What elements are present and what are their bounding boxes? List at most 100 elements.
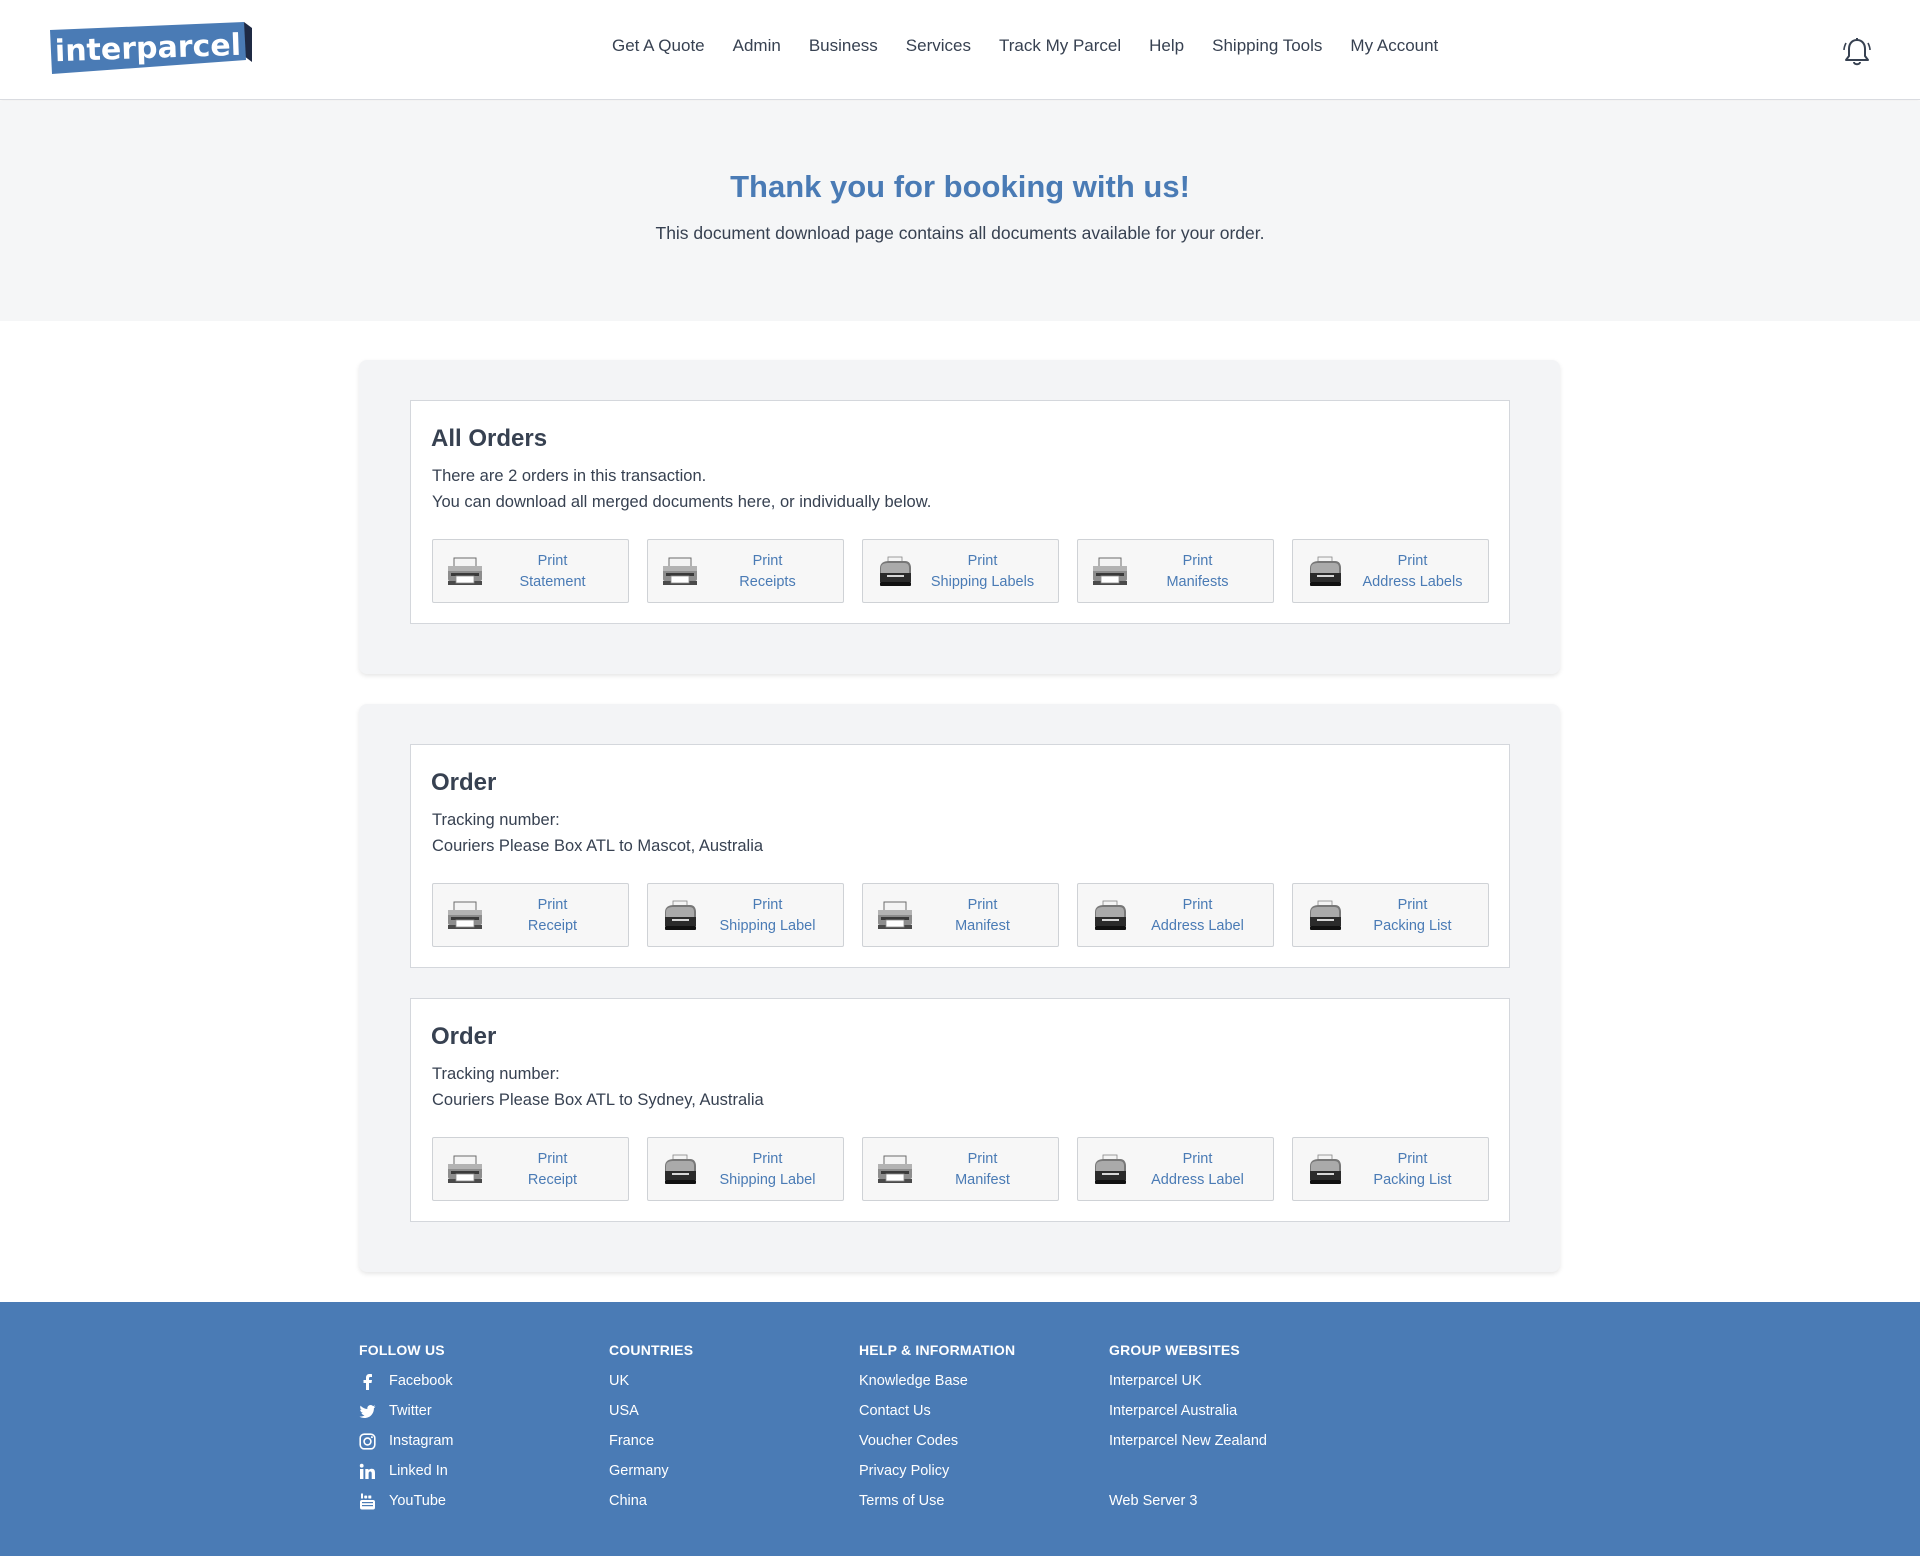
- print-button-document: Address Label: [1151, 1172, 1244, 1188]
- print-shipping-label-button[interactable]: Print Shipping Label: [647, 1137, 844, 1201]
- nav-get-a-quote[interactable]: Get A Quote: [612, 36, 705, 56]
- footer-link-uk[interactable]: UK: [609, 1373, 693, 1403]
- footer-heading: GROUP WEBSITES: [1109, 1342, 1240, 1358]
- print-manifest-button[interactable]: Print Manifest: [862, 1137, 1059, 1201]
- print-button-action: Print: [537, 553, 568, 569]
- print-shipping-label-button[interactable]: Print Shipping Label: [647, 883, 844, 947]
- confirmation-banner: Thank you for booking with us! This docu…: [0, 101, 1920, 321]
- footer-link-twitter[interactable]: Twitter: [359, 1403, 453, 1433]
- footer-link-interparcel-australia[interactable]: Interparcel Australia: [1109, 1403, 1267, 1433]
- nav-help[interactable]: Help: [1149, 36, 1184, 56]
- page-title: Thank you for booking with us!: [730, 169, 1190, 204]
- tracking-number-label: Tracking number:: [432, 811, 560, 829]
- footer-heading: COUNTRIES: [609, 1342, 694, 1358]
- print-button-label: Print Receipt: [477, 895, 628, 937]
- footer-link-label: Linked In: [389, 1463, 448, 1479]
- footer-link-usa[interactable]: USA: [609, 1403, 693, 1433]
- footer-link-voucher-codes[interactable]: Voucher Codes: [859, 1433, 1015, 1463]
- print-button-document: Address Labels: [1362, 574, 1463, 590]
- footer-link-privacy-policy[interactable]: Privacy Policy: [859, 1463, 1015, 1493]
- nav-my-account[interactable]: My Account: [1350, 36, 1438, 56]
- main-nav: Get A Quote Admin Business Services Trac…: [612, 36, 1438, 56]
- footer-link-contact-us[interactable]: Contact Us: [859, 1403, 1015, 1433]
- footer-heading: FOLLOW US: [359, 1342, 445, 1358]
- footer-link-france[interactable]: France: [609, 1433, 693, 1463]
- print-button-label: Print Receipts: [692, 551, 843, 593]
- print-button-action: Print: [752, 1151, 783, 1167]
- order-card: Order Tracking number: Couriers Please B…: [410, 998, 1510, 1222]
- site-footer: FOLLOW US Facebook Twitter Instagram Lin…: [0, 1302, 1920, 1556]
- nav-shipping-tools[interactable]: Shipping Tools: [1212, 36, 1322, 56]
- print-button-document: Address Label: [1151, 918, 1244, 934]
- print-button-action: Print: [1397, 553, 1428, 569]
- card-title: Order: [431, 769, 497, 796]
- footer-help-information: HELP & INFORMATION Knowledge Base Contac…: [859, 1342, 1015, 1523]
- nav-track-my-parcel[interactable]: Track My Parcel: [999, 36, 1121, 56]
- instagram-icon: [359, 1433, 376, 1450]
- footer-link-youtube[interactable]: YouTube: [359, 1493, 453, 1523]
- footer-countries: COUNTRIES UK USA France Germany China: [609, 1342, 693, 1523]
- footer-follow-us: FOLLOW US Facebook Twitter Instagram Lin…: [359, 1342, 453, 1523]
- print-button-label: Print Receipt: [477, 1149, 628, 1191]
- interparcel-logo[interactable]: interparcel: [48, 20, 252, 78]
- footer-spacer: [1109, 1463, 1267, 1493]
- print-address-label-button[interactable]: Print Address Label: [1077, 1137, 1274, 1201]
- print-button-document: Manifest: [955, 918, 1010, 934]
- print-button-action: Print: [752, 553, 783, 569]
- print-button-label: Print Shipping Labels: [907, 551, 1058, 593]
- print-packing-list-button[interactable]: Print Packing List: [1292, 1137, 1489, 1201]
- print-button-action: Print: [967, 897, 998, 913]
- print-button-label: Print Packing List: [1337, 895, 1488, 937]
- print-button-label: Print Statement: [477, 551, 628, 593]
- order-count-text: There are 2 orders in this transaction.: [432, 467, 707, 485]
- print-statement-button[interactable]: Print Statement: [432, 539, 629, 603]
- bell-icon[interactable]: [1843, 37, 1871, 67]
- print-button-label: Print Shipping Label: [692, 1149, 843, 1191]
- footer-link-instagram[interactable]: Instagram: [359, 1433, 453, 1463]
- print-button-document: Receipt: [527, 1172, 578, 1188]
- print-button-document: Shipping Label: [719, 918, 816, 934]
- print-address-label-button[interactable]: Print Address Label: [1077, 883, 1274, 947]
- print-button-document: Shipping Label: [719, 1172, 816, 1188]
- page-subtitle: This document download page contains all…: [655, 223, 1265, 243]
- print-receipt-button[interactable]: Print Receipt: [432, 883, 629, 947]
- footer-link-knowledge-base[interactable]: Knowledge Base: [859, 1373, 1015, 1403]
- print-button-action: Print: [1182, 553, 1213, 569]
- tracking-number-label: Tracking number:: [432, 1065, 560, 1083]
- svg-text:interparcel: interparcel: [54, 28, 241, 69]
- footer-link-terms-of-use[interactable]: Terms of Use: [859, 1493, 1015, 1523]
- footer-heading: HELP & INFORMATION: [859, 1342, 1016, 1358]
- twitter-icon: [359, 1405, 376, 1418]
- print-button-action: Print: [752, 897, 783, 913]
- footer-link-label: Facebook: [389, 1373, 453, 1389]
- footer-link-interparcel-uk[interactable]: Interparcel UK: [1109, 1373, 1267, 1403]
- nav-business[interactable]: Business: [809, 36, 878, 56]
- print-manifest-button[interactable]: Print Manifest: [862, 883, 1059, 947]
- print-shipping-labels-button[interactable]: Print Shipping Labels: [862, 539, 1059, 603]
- print-buttons-row: Print Statement Print Receipts Print Shipping…: [432, 539, 1490, 603]
- footer-link-germany[interactable]: Germany: [609, 1463, 693, 1493]
- print-button-document: Packing List: [1373, 1172, 1452, 1188]
- print-button-action: Print: [1397, 1151, 1428, 1167]
- print-receipt-button[interactable]: Print Receipt: [432, 1137, 629, 1201]
- print-button-action: Print: [537, 897, 568, 913]
- footer-group-websites: GROUP WEBSITES Interparcel UK Interparce…: [1109, 1342, 1267, 1523]
- print-manifests-button[interactable]: Print Manifests: [1077, 539, 1274, 603]
- print-button-document: Packing List: [1373, 918, 1452, 934]
- footer-link-label: Twitter: [389, 1403, 432, 1419]
- print-button-action: Print: [1182, 1151, 1213, 1167]
- footer-link-china[interactable]: China: [609, 1493, 693, 1523]
- print-button-label: Print Packing List: [1337, 1149, 1488, 1191]
- facebook-icon: [363, 1374, 372, 1390]
- nav-admin[interactable]: Admin: [733, 36, 781, 56]
- print-address-labels-button[interactable]: Print Address Labels: [1292, 539, 1489, 603]
- print-packing-list-button[interactable]: Print Packing List: [1292, 883, 1489, 947]
- footer-link-linkedin[interactable]: Linked In: [359, 1463, 453, 1493]
- print-button-action: Print: [1397, 897, 1428, 913]
- nav-services[interactable]: Services: [906, 36, 971, 56]
- print-button-label: Print Shipping Label: [692, 895, 843, 937]
- print-receipts-button[interactable]: Print Receipts: [647, 539, 844, 603]
- footer-link-interparcel-new-zealand[interactable]: Interparcel New Zealand: [1109, 1433, 1267, 1463]
- print-button-action: Print: [967, 1151, 998, 1167]
- footer-link-facebook[interactable]: Facebook: [359, 1373, 453, 1403]
